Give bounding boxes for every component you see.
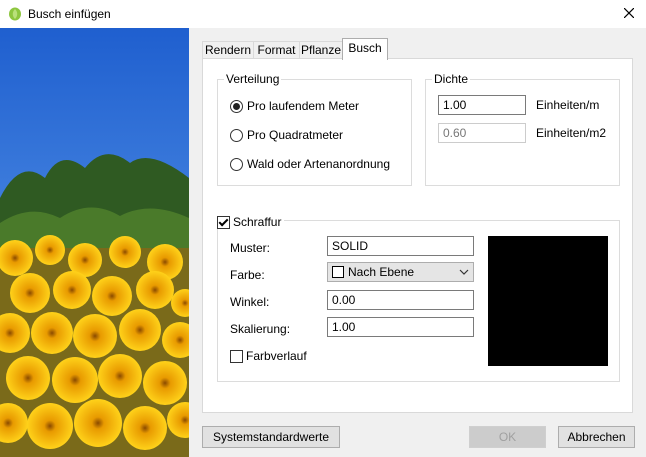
radio-pro-quadratmeter[interactable]: Pro Quadratmeter [230, 128, 343, 142]
verteilung-title: Verteilung [224, 72, 282, 86]
plant-preview-image [0, 28, 189, 457]
schraffur-checkbox[interactable]: Schraffur [217, 215, 285, 229]
ok-button[interactable]: OK [469, 426, 546, 448]
winkel-input[interactable]: 0.00 [327, 290, 474, 310]
dichte-title: Dichte [432, 72, 471, 86]
tab-pflanze[interactable]: Pflanze [299, 41, 343, 59]
farbverlauf-label: Farbverlauf [246, 349, 307, 363]
tab-busch[interactable]: Busch [342, 38, 388, 60]
checkbox-indicator [217, 215, 230, 229]
radio-indicator [230, 99, 243, 113]
chevron-down-icon [459, 266, 469, 276]
radio-label: Pro laufendem Meter [247, 99, 360, 113]
dichte-square-unit: Einheiten/m2 [536, 126, 607, 140]
dichte-group: Dichte 1.00 Einheiten/m 0.60 Einheiten/m… [425, 72, 620, 186]
radio-label: Wald oder Artenanordnung [247, 157, 390, 171]
dichte-meter-unit: Einheiten/m [536, 98, 600, 112]
muster-input[interactable]: SOLID [327, 236, 474, 256]
farbe-label: Farbe: [230, 268, 265, 282]
plant-leaf-icon [8, 7, 22, 21]
muster-label: Muster: [230, 241, 271, 255]
cancel-button[interactable]: Abbrechen [558, 426, 635, 448]
schraffur-label: Schraffur [233, 215, 282, 229]
skalierung-input[interactable]: 1.00 [327, 317, 474, 337]
farbe-select[interactable]: Nach Ebene [327, 262, 474, 282]
close-button[interactable] [612, 0, 646, 28]
color-swatch [332, 266, 344, 278]
radio-wald-oder-artenanordnung[interactable]: Wald oder Artenanordnung [230, 157, 390, 171]
radio-pro-laufendem-meter[interactable]: Pro laufendem Meter [230, 99, 359, 113]
farbe-value: Nach Ebene [348, 265, 415, 279]
system-defaults-button[interactable]: Systemstandardwerte [202, 426, 340, 448]
tab-format[interactable]: Format [253, 41, 300, 59]
verteilung-group: Verteilung Pro laufendem Meter Pro Quadr… [217, 72, 412, 186]
close-icon [623, 7, 635, 21]
dichte-meter-input[interactable]: 1.00 [438, 95, 526, 115]
skalierung-label: Skalierung: [230, 322, 291, 336]
radio-indicator [230, 128, 243, 142]
radio-indicator [230, 157, 243, 171]
title-bar: Busch einfügen [0, 0, 646, 28]
checkbox-indicator [230, 349, 243, 363]
winkel-label: Winkel: [230, 295, 270, 309]
farbverlauf-checkbox[interactable]: Farbverlauf [230, 349, 307, 363]
tab-rendern[interactable]: Rendern [202, 41, 254, 59]
dichte-square-input: 0.60 [438, 123, 526, 143]
busch-tab-panel: Verteilung Pro laufendem Meter Pro Quadr… [202, 58, 633, 413]
radio-label: Pro Quadratmeter [247, 128, 344, 142]
window-title: Busch einfügen [28, 7, 111, 21]
hatch-preview [488, 236, 608, 366]
